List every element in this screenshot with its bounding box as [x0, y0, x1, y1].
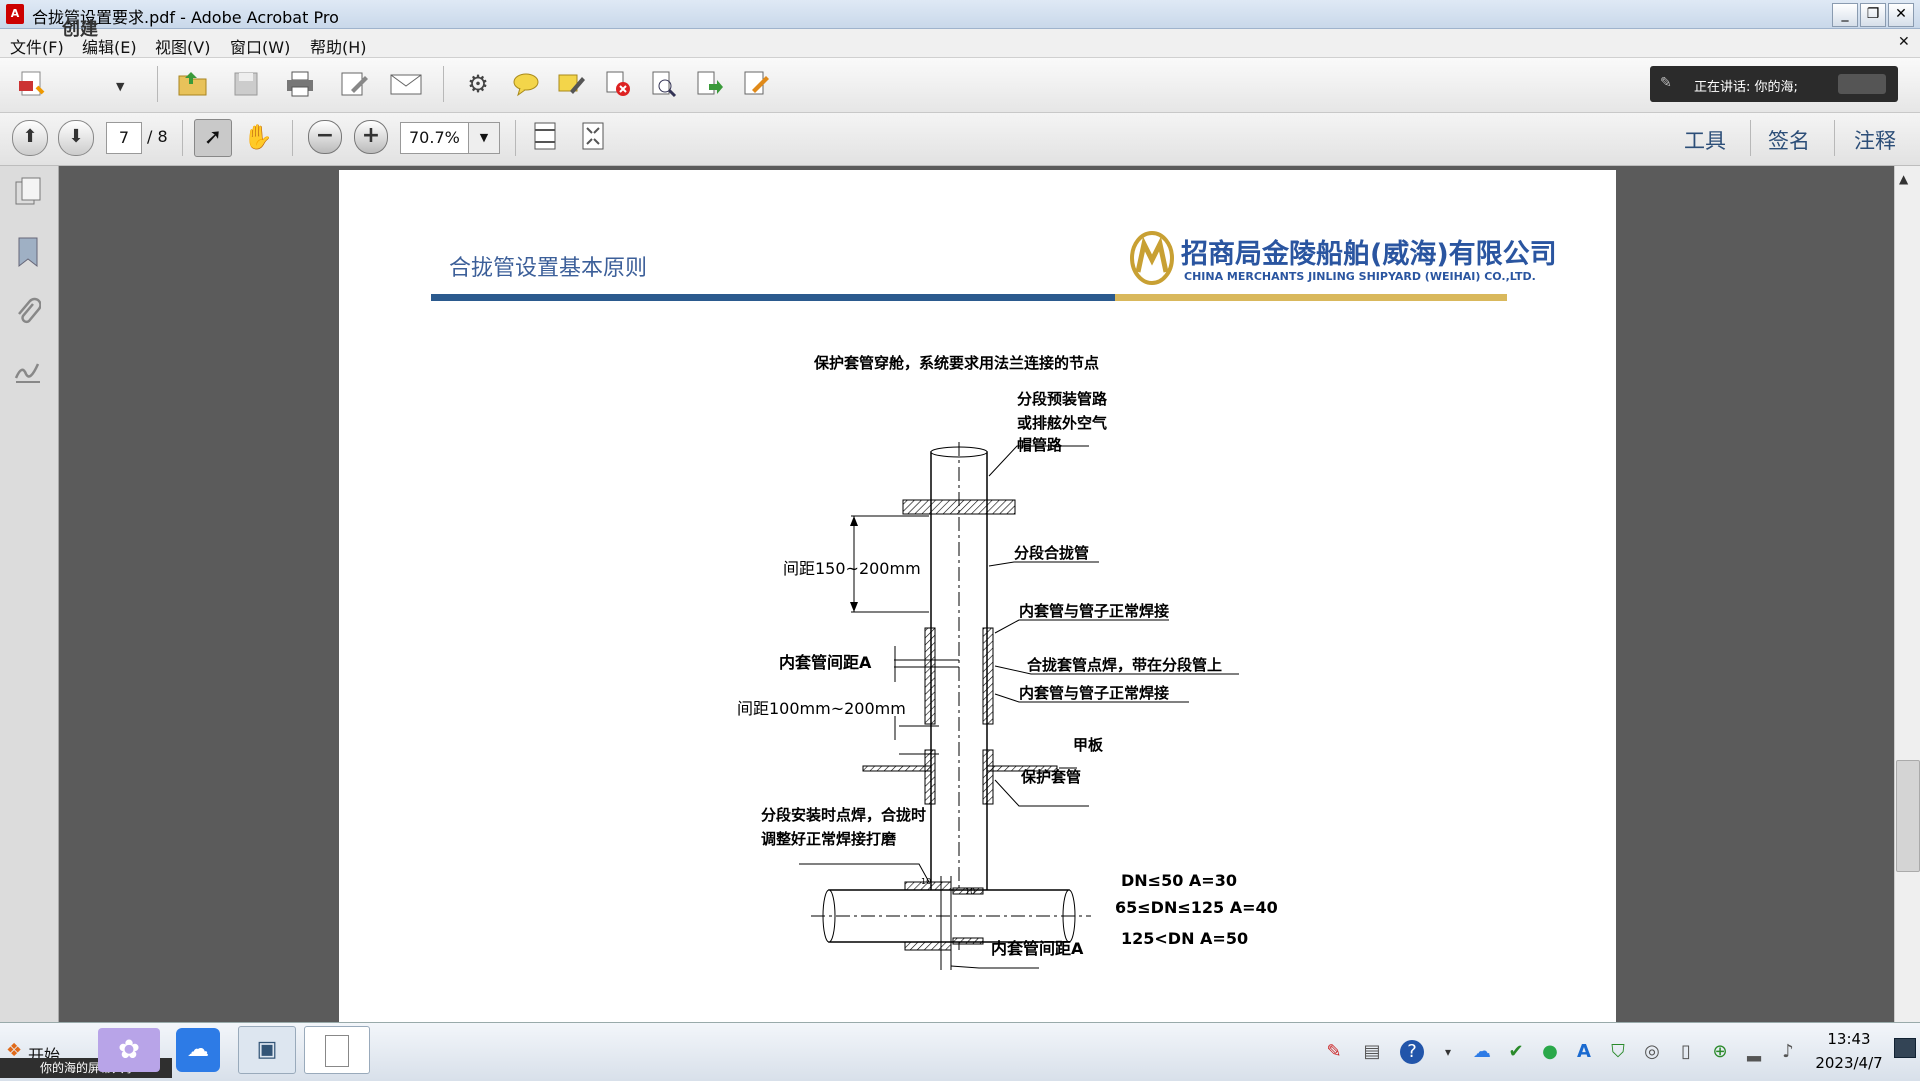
- label-pre-pipe-1: 分段预装管路: [1017, 390, 1108, 408]
- sign-panel-button[interactable]: 签名: [1768, 125, 1810, 155]
- email-icon[interactable]: [388, 66, 424, 102]
- fit-width-icon[interactable]: [530, 120, 566, 156]
- previous-page-icon[interactable]: ⬆: [12, 120, 48, 156]
- tray-acrobat-icon[interactable]: ✎: [1322, 1040, 1346, 1064]
- comment-icon[interactable]: [508, 66, 544, 102]
- tray-meeting-icon[interactable]: ☁: [1470, 1040, 1494, 1064]
- hand-tool-icon[interactable]: ✋: [240, 119, 276, 155]
- label-weld-2: 内套管与管子正常焊接: [1019, 684, 1169, 702]
- create-button[interactable]: 创建: [62, 15, 98, 41]
- save-icon[interactable]: [228, 66, 264, 102]
- label-dn-3: 125<DN A=50: [1121, 929, 1248, 948]
- open-folder-icon[interactable]: [175, 66, 211, 102]
- minimize-button[interactable]: _: [1832, 3, 1858, 27]
- label-spacing-150: 间距150~200mm: [783, 559, 921, 578]
- label-dn-2: 65≤DN≤125 A=40: [1115, 898, 1278, 917]
- label-spacing-100: 间距100mm~200mm: [737, 699, 906, 718]
- tray-network-icon[interactable]: ▂: [1742, 1040, 1766, 1064]
- restore-button[interactable]: ❐: [1860, 3, 1886, 27]
- scroll-up-icon[interactable]: ▲: [1899, 172, 1908, 186]
- tray-wechat-icon[interactable]: ●: [1538, 1040, 1562, 1064]
- export-icon[interactable]: [691, 66, 727, 102]
- meeting-app-taskbar-icon[interactable]: ☁: [176, 1028, 220, 1072]
- label-weld-1: 内套管与管子正常焊接: [1019, 602, 1169, 620]
- label-protect-sleeve: 保护套管: [1020, 768, 1081, 786]
- page-thumbnails-icon[interactable]: [10, 176, 46, 212]
- clock-date[interactable]: 2023/4/7: [1810, 1054, 1888, 1072]
- label-dn-1: DN≤50 A=30: [1121, 871, 1237, 890]
- select-tool-icon[interactable]: ➚: [194, 119, 232, 157]
- speaker-thumbnail: [1838, 74, 1886, 94]
- label-pre-pipe-2: 或排舷外空气: [1017, 414, 1107, 432]
- tray-printer-icon[interactable]: ▤: [1360, 1040, 1384, 1064]
- pipe-diagram: 保护套管穿舱，系统要求用法兰连接的节点 分段预装管路 或排舷外空气 帽管路 分段…: [737, 354, 1278, 970]
- label-install-2: 调整好正常焊接打磨: [761, 830, 897, 848]
- diagram-title: 保护套管穿舱，系统要求用法兰连接的节点: [813, 354, 1099, 372]
- attachment-icon[interactable]: [10, 296, 46, 332]
- comment-panel-button[interactable]: 注释: [1854, 125, 1896, 155]
- label-spot-weld: 合拢套管点焊，带在分段管上: [1026, 656, 1222, 674]
- menu-view[interactable]: 视图(V): [155, 34, 210, 58]
- show-desktop-button[interactable]: [1894, 1038, 1916, 1058]
- vertical-scrollbar[interactable]: ▲: [1894, 166, 1920, 1022]
- highlight-icon[interactable]: [553, 66, 589, 102]
- microphone-icon: ✎: [1660, 75, 1672, 91]
- create-pdf-icon[interactable]: [14, 66, 50, 102]
- edit-document-icon[interactable]: [336, 66, 372, 102]
- remote-desktop-taskbar-icon[interactable]: ▣: [238, 1026, 296, 1074]
- tools-panel-button[interactable]: 工具: [1684, 125, 1726, 155]
- menu-help[interactable]: 帮助(H): [310, 34, 367, 58]
- label-closing-pipe: 分段合拢管: [1014, 544, 1089, 562]
- zoom-in-icon[interactable]: +: [354, 120, 388, 154]
- tray-battery-icon[interactable]: ▯: [1674, 1040, 1698, 1064]
- wechat-taskbar-icon[interactable]: ✿: [98, 1028, 160, 1072]
- speaking-indicator: ✎ 正在讲话: 你的海;: [1650, 66, 1898, 102]
- print-icon[interactable]: [282, 66, 318, 102]
- label-dim-b: 10: [965, 887, 975, 896]
- speaking-text: 正在讲话: 你的海;: [1694, 80, 1798, 95]
- label-inner-gap-2: 内套管间距A: [991, 939, 1084, 958]
- pdf-app-icon: A: [6, 4, 24, 24]
- menu-window[interactable]: 窗口(W): [230, 34, 290, 58]
- label-deck: 甲板: [1073, 736, 1104, 754]
- tray-help-icon[interactable]: ?: [1400, 1040, 1424, 1064]
- menu-file[interactable]: 文件(F): [10, 34, 64, 58]
- page-number-input[interactable]: 7: [106, 122, 142, 154]
- clock-time[interactable]: 13:43: [1810, 1030, 1888, 1048]
- document-icon: [325, 1035, 349, 1067]
- chevron-down-icon[interactable]: ▼: [116, 80, 124, 93]
- compare-icon[interactable]: [645, 66, 681, 102]
- pdf-page: 合拢管设置基本原则 招商局金陵船舶(威海)有限公司 CHINA MERCHANT…: [339, 170, 1616, 1022]
- next-page-icon[interactable]: ⬇: [58, 120, 94, 156]
- zoom-dropdown-chevron-icon[interactable]: ▼: [468, 122, 500, 154]
- acrobat-taskbar-button[interactable]: [304, 1026, 370, 1074]
- zoom-out-icon[interactable]: −: [308, 120, 342, 154]
- close-button[interactable]: ✕: [1888, 3, 1914, 27]
- tray-security-icon[interactable]: ✔: [1504, 1040, 1528, 1064]
- menu-bar: 文件(F) 编辑(E) 视图(V) 窗口(W) 帮助(H) ✕: [0, 29, 1920, 58]
- label-inner-gap: 内套管间距A: [779, 653, 872, 672]
- tray-plus-icon[interactable]: ⊕: [1708, 1040, 1732, 1064]
- tray-app-a-icon[interactable]: A: [1572, 1040, 1596, 1064]
- zoom-level-input[interactable]: 70.7%: [400, 122, 476, 154]
- navigation-toolbar: [0, 113, 1920, 166]
- scrollbar-thumb[interactable]: [1896, 760, 1920, 872]
- close-document-icon[interactable]: ✕: [1898, 34, 1910, 50]
- label-dim-a: 10: [921, 877, 931, 886]
- signature-icon[interactable]: [10, 356, 46, 392]
- tray-sync-icon[interactable]: ◎: [1640, 1040, 1664, 1064]
- form-icon[interactable]: [738, 66, 774, 102]
- redact-icon[interactable]: [600, 66, 636, 102]
- fit-page-icon[interactable]: [578, 120, 614, 156]
- label-install-1: 分段安装时点焊，合拢时: [761, 806, 926, 824]
- gear-icon[interactable]: ⚙: [460, 66, 496, 102]
- bookmark-icon[interactable]: [10, 236, 46, 272]
- label-pre-pipe-3: 帽管路: [1017, 436, 1063, 454]
- tray-expand-icon[interactable]: ▾: [1436, 1040, 1460, 1064]
- tray-volume-icon[interactable]: ♪: [1776, 1040, 1800, 1064]
- title-bar: A 合拢管设置要求.pdf - Adobe Acrobat Pro _ ❐ ✕: [0, 0, 1920, 29]
- left-navigation-pane: [0, 166, 59, 1022]
- tray-shield-icon[interactable]: ⛉: [1606, 1040, 1630, 1064]
- page-count: / 8: [147, 127, 168, 146]
